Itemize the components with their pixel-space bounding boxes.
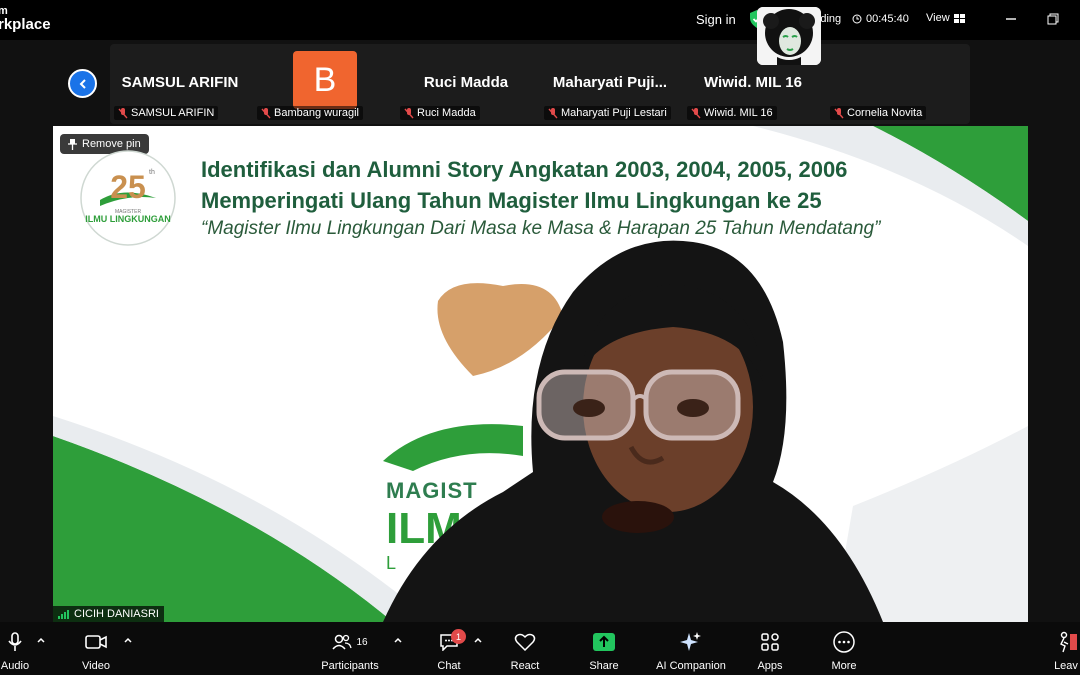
participant-name-text: Bambang wuragil <box>274 107 359 119</box>
participant-name-text: Ruci Madda <box>417 107 476 119</box>
share-button[interactable]: Share <box>584 630 624 672</box>
participant-display-name: Maharyati Puji... <box>552 74 668 91</box>
chevron-left-icon <box>79 78 86 89</box>
pin-icon <box>68 138 77 150</box>
react-button[interactable]: React <box>505 630 545 672</box>
mic-muted-icon <box>261 107 271 118</box>
chat-unread-badge: 1 <box>451 629 466 644</box>
clock-icon <box>852 14 862 24</box>
video-options-chevron-up-icon[interactable] <box>123 635 133 645</box>
meeting-timer: 00:45:40 <box>852 13 909 25</box>
chat-label: Chat <box>437 660 461 672</box>
participant-name-label: Bambang wuragil <box>257 106 363 120</box>
react-label: React <box>510 660 540 672</box>
video-button[interactable]: Video <box>76 630 116 672</box>
apps-label: Apps <box>757 660 783 672</box>
participant-name-label: Cornelia Novita <box>830 106 927 120</box>
meeting-toolbar: Audio Video 16 Participants Chat React S… <box>0 622 1080 675</box>
leave-button[interactable]: Leav <box>1052 630 1080 672</box>
participant-tile[interactable]: SAMSUL ARIFIN SAMSUL ARIFIN <box>110 44 250 124</box>
participant-strip: SAMSUL ARIFIN SAMSUL ARIFIN B Bambang wu… <box>110 44 970 124</box>
participant-display-name: Wiwid. MIL 16 <box>704 74 802 91</box>
mic-muted-icon <box>691 107 701 118</box>
chat-options-chevron-up-icon[interactable] <box>473 635 483 645</box>
share-screen-icon <box>593 633 615 651</box>
anniversary-logo: 25 th MAGISTER ILMU LINGKUNGAN <box>80 150 176 246</box>
participants-count: 16 <box>356 636 368 648</box>
minimize-icon[interactable] <box>1004 12 1018 26</box>
speaker-video <box>383 240 883 622</box>
grid-view-icon <box>953 13 965 23</box>
view-label: View <box>926 12 950 24</box>
apps-button[interactable]: Apps <box>750 630 790 672</box>
slide-title: Identifikasi dan Alumni Story Angkatan 2… <box>201 154 847 216</box>
participants-label: Participants <box>321 660 379 672</box>
participant-avatar-letter: B <box>293 51 357 109</box>
signal-strength-icon <box>58 609 69 619</box>
mic-muted-icon <box>548 107 558 118</box>
leave-door-icon <box>1060 631 1077 653</box>
participant-name-text: Maharyati Puji Lestari <box>561 107 667 119</box>
participant-tile[interactable]: Maharyati Puji... Maharyati Puji Lestari <box>540 44 680 124</box>
participant-display-name: SAMSUL ARIFIN <box>121 74 239 91</box>
logo-text: ILMU LINGKUNGAN <box>85 214 171 224</box>
logo-number: 25 <box>110 169 146 205</box>
main-video-view[interactable]: Remove pin 25 th MAGISTER ILMU LINGKUNGA… <box>53 126 1028 622</box>
participants-button[interactable]: 16 Participants <box>315 630 385 672</box>
audio-options-chevron-up-icon[interactable] <box>36 635 46 645</box>
view-menu-button[interactable]: View <box>926 12 965 24</box>
participant-name-label: Maharyati Puji Lestari <box>544 106 671 120</box>
mic-muted-icon <box>118 107 128 118</box>
ai-companion-button[interactable]: AI Companion <box>651 630 731 672</box>
video-label: Video <box>82 660 110 672</box>
participant-name-text: SAMSUL ARIFIN <box>131 107 215 119</box>
slide-title-line-2: Memperingati Ulang Tahun Magister Ilmu L… <box>201 188 822 213</box>
logo-th: th <box>149 169 155 176</box>
timer-value: 00:45:40 <box>866 13 909 25</box>
video-camera-icon <box>85 635 107 649</box>
share-label: Share <box>589 660 619 672</box>
mic-muted-icon <box>834 107 844 118</box>
participant-name-label: Wiwid. MIL 16 <box>687 106 777 120</box>
apps-grid-icon <box>761 633 779 651</box>
participant-tile[interactable]: Ruci Madda Ruci Madda <box>396 44 536 124</box>
participant-name-label: Ruci Madda <box>400 106 480 120</box>
more-button[interactable]: More <box>824 630 864 672</box>
ai-companion-label: AI Companion <box>656 660 726 672</box>
zoom-meeting-window: m rkplace Sign in Recording 00:45:40 Vie… <box>0 0 1080 675</box>
sign-in-link[interactable]: Sign in <box>696 12 736 27</box>
sparkle-icon <box>680 632 701 651</box>
avatar-illustration <box>757 7 821 65</box>
participants-options-chevron-up-icon[interactable] <box>393 635 403 645</box>
audio-button[interactable]: Audio <box>0 630 35 672</box>
leave-label: Leav <box>1054 660 1078 672</box>
app-brand: m rkplace <box>0 4 51 32</box>
restore-window-icon[interactable] <box>1046 12 1060 26</box>
title-bar: m rkplace Sign in Recording 00:45:40 Vie… <box>0 0 1080 40</box>
more-label: More <box>831 660 857 672</box>
brand-line-2: rkplace <box>0 16 51 33</box>
participant-display-name: Ruci Madda <box>423 74 509 91</box>
participant-avatar-image <box>757 7 821 65</box>
audio-label: Audio <box>0 660 30 672</box>
participant-name-label: SAMSUL ARIFIN <box>114 106 219 120</box>
participant-name-text: Cornelia Novita <box>847 107 923 119</box>
speaker-name: CICIH DANIASRI <box>74 608 159 620</box>
speaker-name-label: CICIH DANIASRI <box>53 606 164 622</box>
slide-title-line-1: Identifikasi dan Alumni Story Angkatan 2… <box>201 157 848 182</box>
participant-name-text: Wiwid. MIL 16 <box>704 107 773 119</box>
participants-icon <box>332 634 353 650</box>
more-options-icon <box>833 631 855 653</box>
participant-tile[interactable]: B Bambang wuragil <box>253 44 393 124</box>
participant-tile[interactable]: Cornelia Novita <box>826 44 966 124</box>
heart-icon <box>514 633 536 651</box>
scroll-participants-back-button[interactable] <box>68 69 97 98</box>
mic-muted-icon <box>404 107 414 118</box>
microphone-icon <box>8 632 22 651</box>
